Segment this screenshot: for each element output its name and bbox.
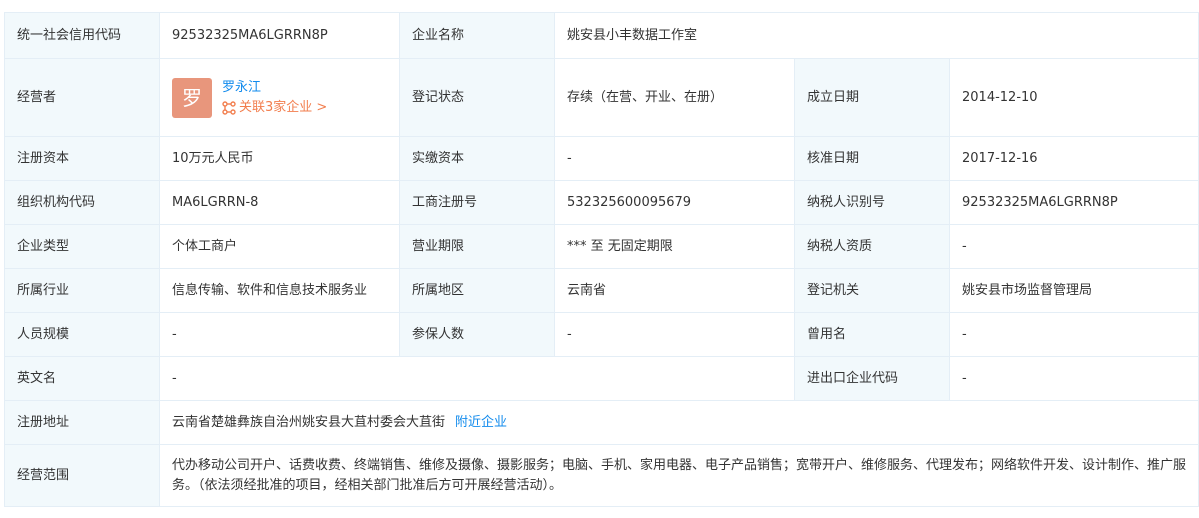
industry-value: 信息传输、软件和信息技术服务业 [159,268,400,313]
ie-code-value: - [949,356,1199,401]
company-type-label: 企业类型 [4,224,160,269]
staff-size-label: 人员规模 [4,312,160,357]
nearby-companies-link[interactable]: 附近企业 [455,415,507,430]
biz-term-label: 营业期限 [399,224,555,269]
reg-capital-value: 10万元人民币 [159,136,400,181]
relation-icon [222,100,236,115]
credit-code-value: 92532325MA6LGRRN8P [159,12,400,59]
taxpayer-qual-value: - [949,224,1199,269]
operator-cell: 罗 罗永江 关联3家企业 > [159,58,400,137]
staff-size-value: - [159,312,400,357]
biz-scope-value: 代办移动公司开户、话费收费、终端销售、维修及摄像、摄影服务；电脑、手机、家用电器… [159,444,1199,507]
table-row: 经营范围 代办移动公司开户、话费收费、终端销售、维修及摄像、摄影服务；电脑、手机… [4,444,1199,507]
operator-info: 罗永江 关联3家企业 > [222,78,327,118]
table-row: 所属行业 信息传输、软件和信息技术服务业 所属地区 云南省 登记机关 姚安县市场… [4,268,1199,313]
reg-status-value: 存续（在营、开业、在册） [554,58,795,137]
reg-authority-value: 姚安县市场监督管理局 [949,268,1199,313]
english-name-label: 英文名 [4,356,160,401]
insured-value: - [554,312,795,357]
former-name-label: 曾用名 [794,312,950,357]
paid-capital-label: 实缴资本 [399,136,555,181]
biz-scope-label: 经营范围 [4,444,160,507]
industry-label: 所属行业 [4,268,160,313]
english-name-value: - [159,356,795,401]
reg-address-cell: 云南省楚雄彝族自治州姚安县大苴村委会大苴街 附近企业 [159,400,1199,445]
taxpayer-id-value: 92532325MA6LGRRN8P [949,180,1199,225]
taxpayer-id-label: 纳税人识别号 [794,180,950,225]
established-value: 2014-12-10 [949,58,1199,137]
credit-code-label: 统一社会信用代码 [4,12,160,59]
reg-address-label: 注册地址 [4,400,160,445]
related-companies-text: 关联3家企业 > [239,99,328,115]
table-row: 企业类型 个体工商户 营业期限 *** 至 无固定期限 纳税人资质 - [4,224,1199,269]
company-info-table: 统一社会信用代码 92532325MA6LGRRN8P 企业名称 姚安县小丰数据… [4,12,1199,507]
company-type-value: 个体工商户 [159,224,400,269]
operator-person: 罗 罗永江 关联3家企业 > [172,77,387,118]
region-value: 云南省 [554,268,795,313]
related-companies-link[interactable]: 关联3家企业 > [222,98,327,118]
org-code-value: MA6LGRRN-8 [159,180,400,225]
avatar[interactable]: 罗 [172,77,212,118]
table-row: 注册资本 10万元人民币 实缴资本 - 核准日期 2017-12-16 [4,136,1199,181]
reg-status-label: 登记状态 [399,58,555,137]
ie-code-label: 进出口企业代码 [794,356,950,401]
biz-reg-no-value: 532325600095679 [554,180,795,225]
org-code-label: 组织机构代码 [4,180,160,225]
company-name-label: 企业名称 [399,12,555,59]
operator-label: 经营者 [4,58,160,137]
biz-term-value: *** 至 无固定期限 [554,224,795,269]
reg-capital-label: 注册资本 [4,136,160,181]
table-row: 组织机构代码 MA6LGRRN-8 工商注册号 532325600095679 … [4,180,1199,225]
reg-authority-label: 登记机关 [794,268,950,313]
biz-reg-no-label: 工商注册号 [399,180,555,225]
approved-date-value: 2017-12-16 [949,136,1199,181]
paid-capital-value: - [554,136,795,181]
region-label: 所属地区 [399,268,555,313]
reg-address-value: 云南省楚雄彝族自治州姚安县大苴村委会大苴街 [172,414,446,430]
table-row: 人员规模 - 参保人数 - 曾用名 - [4,312,1199,357]
table-row: 经营者 罗 罗永江 关联3家企业 > 登记状态 存续（在营、开业、在册） 成立日… [4,58,1199,137]
company-name-value: 姚安县小丰数据工作室 [554,12,1199,59]
operator-name-link[interactable]: 罗永江 [222,78,327,98]
table-row: 英文名 - 进出口企业代码 - [4,356,1199,401]
approved-date-label: 核准日期 [794,136,950,181]
taxpayer-qual-label: 纳税人资质 [794,224,950,269]
former-name-value: - [949,312,1199,357]
established-label: 成立日期 [794,58,950,137]
table-row: 统一社会信用代码 92532325MA6LGRRN8P 企业名称 姚安县小丰数据… [4,12,1199,59]
insured-label: 参保人数 [399,312,555,357]
table-row: 注册地址 云南省楚雄彝族自治州姚安县大苴村委会大苴街 附近企业 [4,400,1199,445]
